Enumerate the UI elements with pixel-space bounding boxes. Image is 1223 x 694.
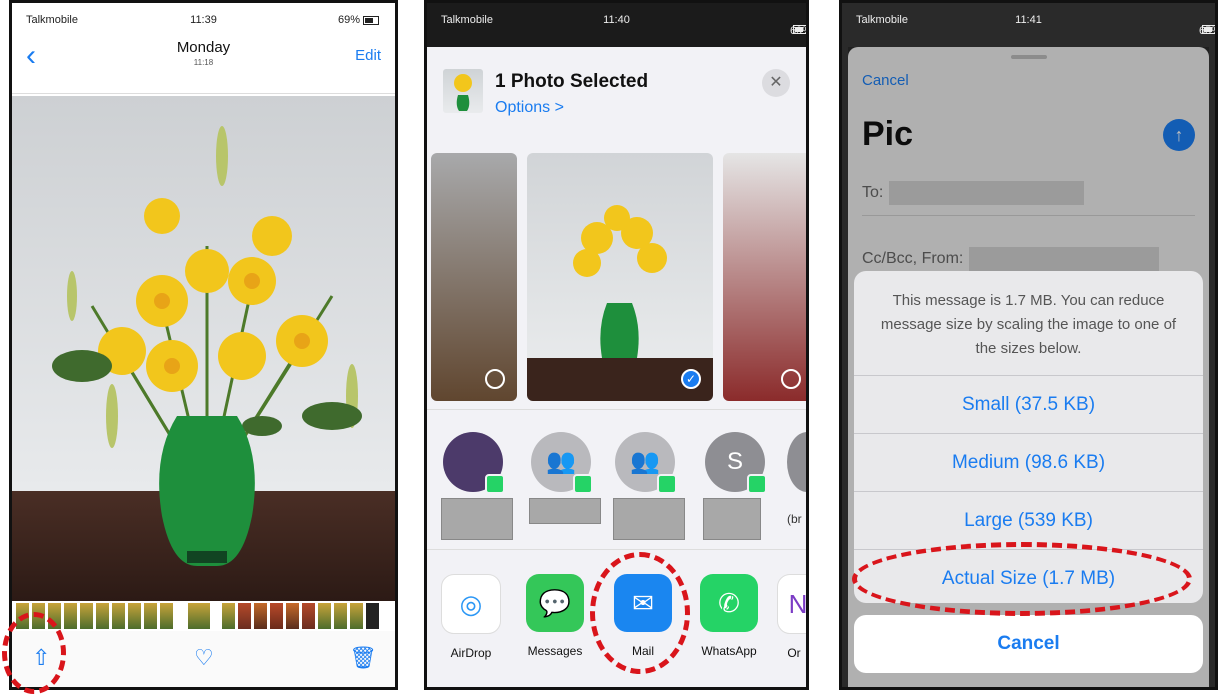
close-icon[interactable]: ✕	[762, 69, 790, 97]
mail-icon: ✉	[614, 574, 672, 632]
avatar	[787, 432, 806, 492]
carousel-photo[interactable]	[431, 153, 517, 401]
whatsapp-badge-icon	[485, 474, 505, 494]
status-time: 11:40	[603, 14, 630, 26]
redacted-name	[703, 498, 761, 540]
person-contact[interactable]	[441, 432, 513, 540]
phone-photos-view: Talkmobile 11:39 69% ‹ Monday 11:18 Edit	[9, 0, 398, 690]
app-airdrop[interactable]: ◎ AirDrop	[435, 574, 507, 660]
size-alert: This message is 1.7 MB. You can reduce m…	[854, 271, 1203, 603]
phone-share-sheet: Talkmobile 11:40 69% 1 Photo Selected Op…	[424, 0, 809, 690]
selected-photo-thumb	[443, 69, 483, 113]
app-label: AirDrop	[450, 646, 492, 660]
nav-title: Monday 11:18	[177, 39, 230, 67]
whatsapp-icon: ✆	[700, 574, 758, 632]
person-group[interactable]: 👥	[613, 432, 685, 540]
carousel-photo[interactable]	[723, 153, 806, 401]
share-header: 1 Photo Selected Options > ✕	[427, 47, 806, 147]
airdrop-icon: ◎	[441, 574, 501, 634]
battery-icon	[1202, 25, 1215, 34]
avatar: S	[705, 432, 767, 494]
whatsapp-badge-icon	[657, 474, 677, 494]
app-label: Messages	[527, 644, 583, 658]
app-messages[interactable]: 💬 Messages	[519, 574, 591, 658]
size-option-large[interactable]: Large (539 KB)	[854, 492, 1203, 550]
redacted-name	[529, 498, 601, 524]
app-label: Or	[787, 646, 801, 660]
phone-mail-compose: Talkmobile 11:41 65% Cancel Pic ↑ To: Cc…	[839, 0, 1218, 690]
alert-cancel-button[interactable]: Cancel	[854, 615, 1203, 673]
app-label: Mail	[631, 644, 654, 658]
photo-carousel[interactable]: ✓	[427, 147, 806, 402]
app-whatsapp[interactable]: ✆ WhatsApp	[693, 574, 765, 658]
avatar-initial: S	[726, 448, 743, 475]
person-contact[interactable]: S	[703, 432, 767, 540]
avatar	[443, 432, 505, 494]
app-partial[interactable]: N Or	[777, 574, 806, 660]
carousel-photo-selected[interactable]: ✓	[527, 153, 713, 401]
photo-viewer[interactable]	[12, 96, 395, 601]
onenote-icon: N	[777, 574, 806, 634]
redacted-name	[441, 498, 513, 540]
status-time: 11:39	[190, 14, 217, 26]
select-circle[interactable]	[485, 369, 505, 389]
status-bar: Talkmobile 11:41 65%	[842, 3, 1215, 37]
size-option-small[interactable]: Small (37.5 KB)	[854, 376, 1203, 434]
size-option-actual[interactable]: Actual Size (1.7 MB)	[854, 550, 1203, 603]
nav-date: Monday	[176, 39, 231, 56]
carrier-label: Talkmobile	[856, 14, 908, 26]
edit-button[interactable]: Edit	[355, 47, 381, 64]
messages-icon: 💬	[526, 574, 584, 632]
share-icon[interactable]: ⇧	[32, 645, 50, 671]
status-bar: Talkmobile 11:39 69%	[12, 3, 395, 37]
app-row: ◎ AirDrop 💬 Messages ✉ Mail ✆ WhatsApp N…	[427, 549, 806, 687]
chevron-left-icon[interactable]: ‹	[26, 39, 36, 73]
whatsapp-badge-icon	[573, 474, 593, 494]
heart-icon[interactable]: ♡	[194, 645, 214, 671]
group-avatar-icon: 👥	[615, 432, 677, 494]
battery-icon	[793, 25, 806, 34]
battery-percent: 69%	[337, 14, 360, 26]
photo-nav-bar: ‹ Monday 11:18 Edit	[12, 33, 395, 94]
battery-indicator: 69%	[338, 14, 379, 26]
check-icon[interactable]: ✓	[681, 369, 701, 389]
app-label: WhatsApp	[701, 644, 757, 658]
group-avatar-icon: 👥	[531, 432, 593, 494]
select-circle[interactable]	[781, 369, 801, 389]
status-time: 11:41	[1015, 14, 1042, 26]
status-bar: Talkmobile 11:40 69%	[427, 3, 806, 37]
messages-badge-icon	[747, 474, 767, 494]
battery-icon	[363, 15, 379, 25]
daffodil-vase-image	[52, 126, 362, 566]
photo-toolbar: ⇧ ♡ 🗑	[12, 631, 395, 687]
alert-message: This message is 1.7 MB. You can reduce m…	[854, 271, 1203, 376]
carrier-label: Talkmobile	[26, 14, 78, 26]
partial-name: (br	[787, 512, 802, 526]
share-title: 1 Photo Selected	[495, 71, 649, 92]
people-suggestions: 👥 👥 S (br	[427, 409, 806, 550]
share-sheet: 1 Photo Selected Options > ✕ ✓ 👥 👥 S (br…	[427, 47, 806, 687]
thumbnail-strip[interactable]	[12, 601, 395, 631]
size-option-medium[interactable]: Medium (98.6 KB)	[854, 434, 1203, 492]
person-contact-partial[interactable]: (br	[787, 432, 806, 526]
person-group[interactable]: 👥	[529, 432, 601, 524]
options-link[interactable]: Options >	[495, 99, 564, 117]
trash-icon[interactable]: 🗑	[349, 645, 377, 671]
nav-time: 11:18	[193, 58, 214, 67]
carrier-label: Talkmobile	[441, 14, 493, 26]
app-mail[interactable]: ✉ Mail	[607, 574, 679, 658]
redacted-name	[613, 498, 685, 540]
